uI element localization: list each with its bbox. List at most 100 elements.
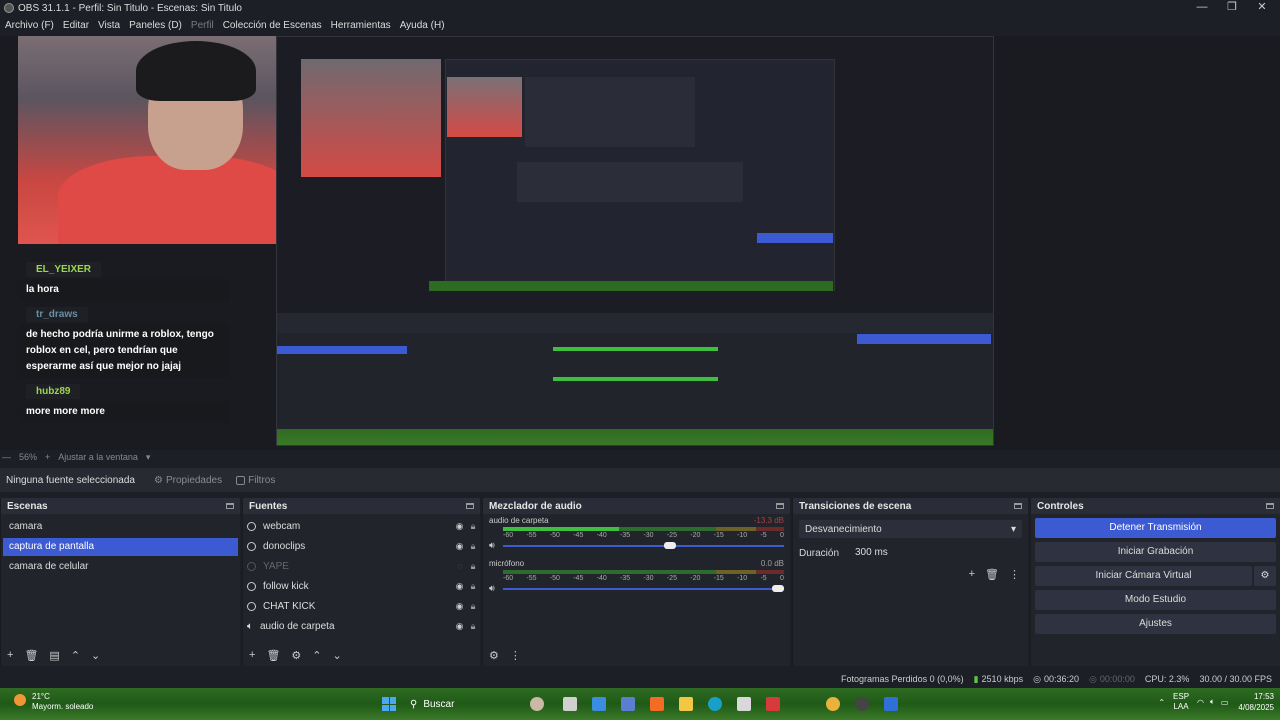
minimize-button[interactable]: — [1187, 0, 1217, 16]
bitrate: 2510 kbps [981, 674, 1024, 684]
menu-editar[interactable]: Editar [63, 20, 89, 31]
stop-streaming-button[interactable]: Detener Transmisión [1035, 518, 1276, 538]
source-item[interactable]: CHAT KICK ◉ 🔒︎ [243, 596, 480, 616]
store-icon[interactable] [737, 697, 751, 711]
chevron-down-icon[interactable]: ▾ [146, 452, 151, 463]
file-explorer-icon[interactable] [679, 697, 693, 711]
lock-icon[interactable]: 🔒︎ [466, 621, 480, 632]
lock-icon[interactable]: 🔒︎ [466, 561, 480, 572]
move-up-icon[interactable]: ⌃ [312, 649, 321, 662]
move-down-icon[interactable]: ⌄ [333, 649, 342, 662]
properties-button[interactable]: ⚙ Propiedades [154, 475, 222, 486]
undock-icon[interactable] [776, 503, 784, 509]
slider-handle[interactable] [772, 585, 784, 592]
source-settings-icon[interactable]: ⚙ [291, 649, 301, 662]
start-recording-button[interactable]: Iniciar Grabación [1035, 542, 1276, 562]
undock-icon[interactable] [1266, 503, 1274, 509]
wifi-icon[interactable]: ◠ [1197, 698, 1204, 707]
transition-select[interactable]: Desvanecimiento ▾ [799, 520, 1022, 538]
volume-icon[interactable]: 🔈︎ [1210, 697, 1215, 707]
zoom-fit-select[interactable]: Ajustar a la ventana [58, 452, 138, 462]
duration-input[interactable]: 300 ms [849, 544, 1022, 562]
source-item[interactable]: YAPE ◌ 🔒︎ [243, 556, 480, 576]
speaker-icon[interactable]: 🔊︎ [489, 540, 495, 551]
close-button[interactable]: ✕ [1247, 0, 1277, 16]
speaker-icon[interactable]: 🔊︎ [489, 583, 495, 594]
app-icon[interactable] [884, 697, 898, 711]
battery-icon[interactable]: ▭ [1221, 698, 1229, 707]
chevron-up-icon[interactable]: ⌃ [1158, 698, 1165, 707]
plus-icon[interactable]: + [45, 452, 50, 462]
volume-slider[interactable]: 🔊︎ [489, 583, 784, 594]
eye-icon[interactable]: ◉ [453, 521, 466, 532]
maximize-button[interactable]: ❐ [1217, 0, 1247, 16]
lock-icon[interactable]: 🔒︎ [466, 581, 480, 592]
app-icon[interactable] [766, 697, 780, 711]
settings-button[interactable]: Ajustes [1035, 614, 1276, 634]
remove-source-icon[interactable]: 🗑 [266, 649, 280, 662]
lock-icon[interactable]: 🔒︎ [466, 521, 480, 532]
scenes-title: Escenas [7, 500, 48, 512]
undock-icon[interactable] [226, 503, 234, 509]
studio-mode-button[interactable]: Modo Estudio [1035, 590, 1276, 610]
edge-icon[interactable] [708, 697, 722, 711]
clock[interactable]: 17:53 4/08/2025 [1238, 691, 1274, 713]
source-item[interactable]: follow kick ◉ 🔒︎ [243, 576, 480, 596]
more-icon[interactable]: ⋮ [510, 649, 521, 662]
undock-icon[interactable] [466, 503, 474, 509]
properties-bar: Ninguna fuente seleccionada ⚙ Propiedade… [0, 468, 1280, 492]
eye-icon[interactable]: ◉ [453, 581, 466, 592]
language-indicator[interactable]: ESP LAA [1173, 692, 1189, 712]
source-item[interactable]: donoclips ◉ 🔒︎ [243, 536, 480, 556]
add-scene-icon[interactable]: + [7, 649, 13, 661]
menu-herramientas[interactable]: Herramientas [331, 20, 391, 31]
no-source-label: Ninguna fuente seleccionada [6, 474, 135, 486]
add-source-icon[interactable]: + [249, 649, 255, 661]
remove-scene-icon[interactable]: 🗑 [24, 649, 38, 662]
scene-filters-icon[interactable]: ▤ [49, 649, 59, 662]
menu-paneles[interactable]: Paneles (D) [129, 20, 182, 31]
mixer-settings-icon[interactable]: ⚙ [489, 649, 499, 662]
lock-icon[interactable]: 🔒︎ [466, 601, 480, 612]
move-up-icon[interactable]: ⌃ [71, 649, 80, 662]
eye-icon[interactable]: ◉ [453, 541, 466, 552]
chrome-icon[interactable] [826, 697, 840, 711]
taskbar-search[interactable]: ⚲ Buscar [410, 696, 522, 712]
scene-item-captura-de-pantalla[interactable]: captura de pantalla [3, 538, 238, 556]
copilot-icon[interactable] [530, 697, 544, 711]
volume-slider[interactable]: 🔊︎ [489, 540, 784, 551]
scene-item-camara[interactable]: camara [3, 518, 238, 536]
source-item[interactable]: 🔈︎ audio de carpeta ◉ 🔒︎ [243, 616, 480, 636]
eye-icon[interactable]: ◉ [453, 621, 466, 632]
source-item[interactable]: webcam ◉ 🔒︎ [243, 516, 480, 536]
lock-icon[interactable]: 🔒︎ [466, 541, 480, 552]
filters-button[interactable]: Filtros [236, 475, 275, 486]
menu-vista[interactable]: Vista [98, 20, 120, 31]
obs-icon[interactable] [855, 697, 869, 711]
eye-hidden-icon[interactable]: ◌ [453, 561, 466, 571]
remove-transition-icon[interactable]: 🗑 [985, 568, 999, 581]
windows-start-icon[interactable] [382, 697, 396, 711]
slider-handle[interactable] [664, 542, 677, 549]
app-icon[interactable] [592, 697, 606, 711]
minus-icon[interactable]: — [2, 452, 11, 462]
eye-icon[interactable]: ◉ [453, 601, 466, 612]
zoom-bar: — 56% + Ajustar a la ventana ▾ [0, 450, 1280, 464]
menu-ayuda[interactable]: Ayuda (H) [400, 20, 445, 31]
start-virtual-camera-button[interactable]: Iniciar Cámara Virtual [1035, 566, 1252, 586]
task-view-icon[interactable] [563, 697, 577, 711]
menu-coleccion-escenas[interactable]: Colección de Escenas [223, 20, 322, 31]
menu-archivo[interactable]: Archivo (F) [5, 20, 54, 31]
menu-perfil[interactable]: Perfil [191, 20, 214, 31]
scene-item-camara-de-celular[interactable]: camara de celular [3, 558, 238, 576]
app-icon[interactable] [621, 697, 635, 711]
add-transition-icon[interactable]: + [969, 568, 975, 581]
preview-canvas[interactable]: EL_YEIXER la hora tr_draws de hecho podr… [0, 36, 1280, 450]
weather-widget[interactable]: 21°C Mayorm. soleado [14, 692, 93, 712]
brave-icon[interactable] [650, 697, 664, 711]
gear-icon[interactable]: ⚙ [1254, 566, 1276, 586]
more-icon[interactable]: ⋮ [1009, 568, 1020, 581]
undock-icon[interactable] [1014, 503, 1022, 509]
mixer-dock: Mezclador de audio audio de carpeta -13.… [482, 498, 790, 666]
move-down-icon[interactable]: ⌄ [91, 649, 100, 662]
